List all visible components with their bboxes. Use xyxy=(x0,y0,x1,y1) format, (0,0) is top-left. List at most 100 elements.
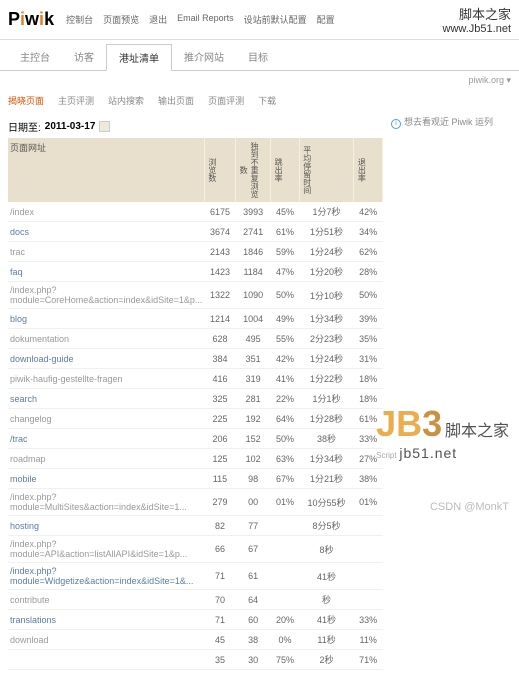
cell-url: docs xyxy=(8,222,204,242)
cell-value: 77 xyxy=(236,516,271,536)
tab-actions[interactable]: 港址清单 xyxy=(106,44,172,71)
calendar-icon[interactable] xyxy=(99,121,110,132)
col-time[interactable]: 平均停留时间 xyxy=(299,138,354,202)
cell-value: 0% xyxy=(271,630,300,650)
table-row[interactable]: contribute7064秒 xyxy=(8,590,383,610)
tab-goals[interactable]: 目标 xyxy=(236,44,280,70)
cell-value: 192 xyxy=(236,409,271,429)
table-row[interactable]: blog1214100449%1分34秒39% xyxy=(8,309,383,329)
cell-value: 70 xyxy=(204,590,235,610)
cell-value: 71% xyxy=(354,650,383,670)
table-row[interactable]: /index.php?module=API&action=listAllAPI&… xyxy=(8,536,383,563)
cell-value xyxy=(271,563,300,590)
subtab-item[interactable]: 页面评测 xyxy=(208,94,244,107)
subtab-item[interactable]: 下载 xyxy=(258,94,276,107)
table-row[interactable]: /index.php?module=MultiSites&action=inde… xyxy=(8,489,383,516)
cell-value xyxy=(354,536,383,563)
table-row[interactable]: /trac20615250%38秒33% xyxy=(8,429,383,449)
topnav-item[interactable]: 配置 xyxy=(317,13,335,26)
table-row[interactable]: trac2143184659%1分24秒62% xyxy=(8,242,383,262)
cell-value: 1423 xyxy=(204,262,235,282)
cell-value: 35% xyxy=(354,329,383,349)
cell-value: 41秒 xyxy=(299,610,354,630)
cell-value: 42% xyxy=(354,202,383,222)
table-row[interactable]: /index6175399345%1分7秒42% xyxy=(8,202,383,222)
cell-value: 64 xyxy=(236,590,271,610)
cell-value: 42% xyxy=(271,349,300,369)
topnav-item[interactable]: 设站前默认配置 xyxy=(244,13,307,26)
table-row[interactable]: faq1423118447%1分20秒28% xyxy=(8,262,383,282)
table-row[interactable]: dokumentation62849555%2分23秒35% xyxy=(8,329,383,349)
col-bounce[interactable]: 跳出率 xyxy=(271,138,300,202)
cell-value: 325 xyxy=(204,389,235,409)
header-watermark: 脚本之家 www.Jb51.net xyxy=(443,4,511,35)
table-row[interactable]: docs3674274161%1分51秒34% xyxy=(8,222,383,242)
cell-value: 102 xyxy=(236,449,271,469)
cell-value: 1分7秒 xyxy=(299,202,354,222)
cell-url: trac xyxy=(8,242,204,262)
cell-value xyxy=(354,590,383,610)
cell-value: 3674 xyxy=(204,222,235,242)
cell-url: faq xyxy=(8,262,204,282)
tab-referrers[interactable]: 推介网站 xyxy=(172,44,236,70)
table-row[interactable]: /index.php?module=CoreHome&action=index&… xyxy=(8,282,383,309)
table-row[interactable]: translations716020%41秒33% xyxy=(8,610,383,630)
cell-value: 8秒 xyxy=(299,536,354,563)
cell-value: 3993 xyxy=(236,202,271,222)
subtab-pages[interactable]: 揭晓页面 xyxy=(8,94,44,107)
col-views[interactable]: 浏览数 xyxy=(204,138,235,202)
table-row[interactable]: download45380%11秒11% xyxy=(8,630,383,650)
table-row[interactable]: download-guide38435142%1分24秒31% xyxy=(8,349,383,369)
col-exit[interactable]: 退出率 xyxy=(354,138,383,202)
table-row[interactable]: /index.php?module=Widgetize&action=index… xyxy=(8,563,383,590)
tab-dashboard[interactable]: 主控台 xyxy=(8,44,62,70)
top-nav: 控制台 页面预览 退出 Email Reports 设站前默认配置 配置 xyxy=(66,13,335,26)
col-url[interactable]: 页面网址 xyxy=(8,138,204,202)
cell-value: 33% xyxy=(354,429,383,449)
cell-value: 11秒 xyxy=(299,630,354,650)
info-icon[interactable]: i xyxy=(391,119,401,129)
table-row[interactable]: roadmap12510263%1分34秒27% xyxy=(8,449,383,469)
table-row[interactable]: changelog22519264%1分28秒61% xyxy=(8,409,383,429)
topnav-item[interactable]: 页面预览 xyxy=(103,13,139,26)
cell-url: dokumentation xyxy=(8,329,204,349)
cell-value: 00 xyxy=(236,489,271,516)
cell-value: 1846 xyxy=(236,242,271,262)
cell-value: 35 xyxy=(204,650,235,670)
cell-value: 416 xyxy=(204,369,235,389)
table-row[interactable]: search32528122%1分1秒18% xyxy=(8,389,383,409)
header: Piwik 控制台 页面预览 退出 Email Reports 设站前默认配置 … xyxy=(0,0,519,40)
site-selector[interactable]: piwik.org ▾ xyxy=(0,71,519,90)
help-panel: i想去看观近 Piwik 运列 xyxy=(391,115,511,670)
cell-value: 18% xyxy=(354,369,383,389)
table-row[interactable]: 353075%2秒71% xyxy=(8,650,383,670)
cell-url: contribute xyxy=(8,590,204,610)
date-label: 日期至: xyxy=(8,119,41,134)
table-row[interactable]: piwik-haufig-gestellte-fragen41631941%1分… xyxy=(8,369,383,389)
table-row[interactable]: mobile1159867%1分21秒38% xyxy=(8,469,383,489)
cell-value: 47% xyxy=(271,262,300,282)
subtab-item[interactable]: 主页评测 xyxy=(58,94,94,107)
cell-value: 1214 xyxy=(204,309,235,329)
cell-value: 45 xyxy=(204,630,235,650)
cell-value: 11% xyxy=(354,630,383,650)
table-row[interactable]: hosting82778分5秒 xyxy=(8,516,383,536)
col-unique[interactable]: 独到不重复浏览数 xyxy=(236,138,271,202)
cell-value: 64% xyxy=(271,409,300,429)
subtab-item[interactable]: 输出页面 xyxy=(158,94,194,107)
cell-value: 63% xyxy=(271,449,300,469)
tab-visitors[interactable]: 访客 xyxy=(62,44,106,70)
cell-value: 8分5秒 xyxy=(299,516,354,536)
cell-url: /index xyxy=(8,202,204,222)
topnav-item[interactable]: 控制台 xyxy=(66,13,93,26)
cell-value: 206 xyxy=(204,429,235,449)
pages-table: 页面网址 浏览数 独到不重复浏览数 跳出率 平均停留时间 退出率 /index6… xyxy=(8,138,383,670)
date-value[interactable]: 2011-03-17 xyxy=(45,121,96,132)
cell-value: 38 xyxy=(236,630,271,650)
cell-value xyxy=(354,563,383,590)
cell-url xyxy=(8,650,204,670)
subtab-item[interactable]: 站内搜索 xyxy=(108,94,144,107)
cell-value: 45% xyxy=(271,202,300,222)
topnav-item[interactable]: 退出 xyxy=(149,13,167,26)
topnav-item[interactable]: Email Reports xyxy=(177,13,234,26)
